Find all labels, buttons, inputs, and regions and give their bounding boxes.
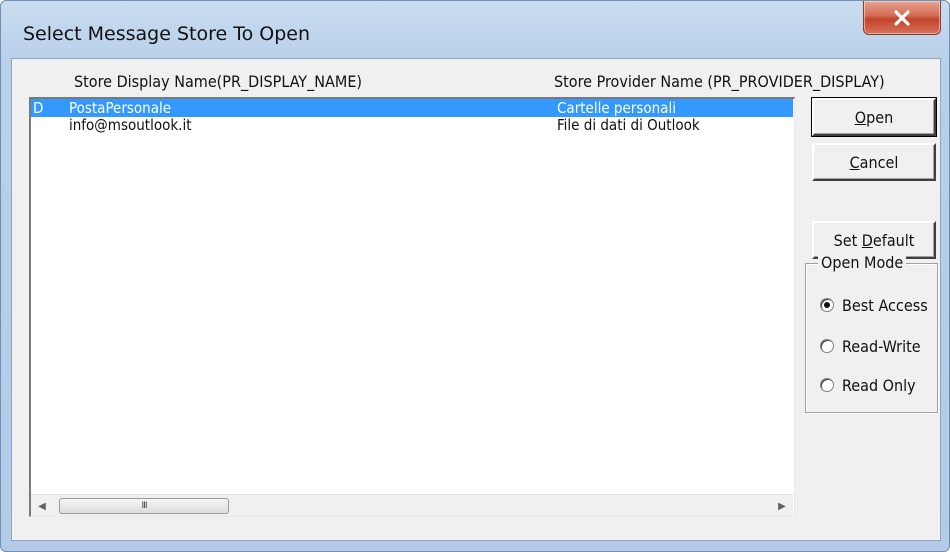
close-button[interactable]: [863, 1, 941, 35]
open-mode-legend: Open Mode: [818, 253, 907, 272]
close-icon: [894, 9, 910, 26]
radio-unselected-icon: [820, 378, 834, 392]
set-default-button-mnemonic: D: [861, 230, 873, 250]
radio-best-access[interactable]: Best Access: [820, 295, 938, 315]
store-provider-name: File di dati di Outlook: [557, 116, 700, 134]
open-button[interactable]: Open: [811, 97, 937, 137]
open-mode-group: Open Mode Best Access Read-Write Read On…: [805, 253, 938, 413]
message-store-list[interactable]: D PostaPersonale Cartelle personali info…: [29, 97, 795, 517]
window-title: Select Message Store To Open: [23, 23, 311, 45]
list-item[interactable]: info@msoutlook.it File di dati di Outloo…: [31, 116, 793, 134]
horizontal-scrollbar[interactable]: ◀ III ▶: [31, 494, 793, 516]
column-header-provider-name[interactable]: Store Provider Name (PR_PROVIDER_DISPLAY…: [554, 67, 885, 97]
open-button-label: pen: [866, 107, 894, 127]
open-button-mnemonic: O: [854, 107, 867, 127]
dialog-window: Select Message Store To Open Store Displ…: [0, 0, 950, 552]
store-default-flag: D: [33, 99, 44, 117]
cancel-button-label: ancel: [859, 152, 899, 172]
radio-selected-icon: [820, 298, 834, 312]
list-item[interactable]: D PostaPersonale Cartelle personali: [31, 99, 793, 117]
radio-read-write[interactable]: Read-Write: [820, 336, 938, 356]
scrollbar-grip-icon: III: [141, 501, 148, 511]
radio-read-only[interactable]: Read Only: [820, 375, 938, 395]
radio-label: Read Only: [842, 375, 916, 395]
scroll-left-arrow-icon[interactable]: ◀: [31, 495, 53, 517]
store-display-name: info@msoutlook.it: [69, 116, 192, 134]
store-display-name: PostaPersonale: [69, 99, 172, 117]
radio-label: Read-Write: [842, 336, 921, 356]
store-provider-name: Cartelle personali: [557, 99, 676, 117]
radio-label: Best Access: [842, 295, 928, 315]
set-default-button-label: efault: [872, 230, 915, 250]
scrollbar-thumb[interactable]: III: [59, 498, 229, 514]
dialog-client-area: Store Display Name(PR_DISPLAY_NAME) Stor…: [11, 58, 941, 541]
scroll-right-arrow-icon[interactable]: ▶: [771, 495, 793, 517]
cancel-button-mnemonic: C: [849, 152, 860, 172]
column-header-display-name[interactable]: Store Display Name(PR_DISPLAY_NAME): [74, 67, 362, 97]
radio-unselected-icon: [820, 339, 834, 353]
cancel-button[interactable]: Cancel: [812, 143, 936, 181]
set-default-button-prefix: Set: [833, 230, 862, 250]
